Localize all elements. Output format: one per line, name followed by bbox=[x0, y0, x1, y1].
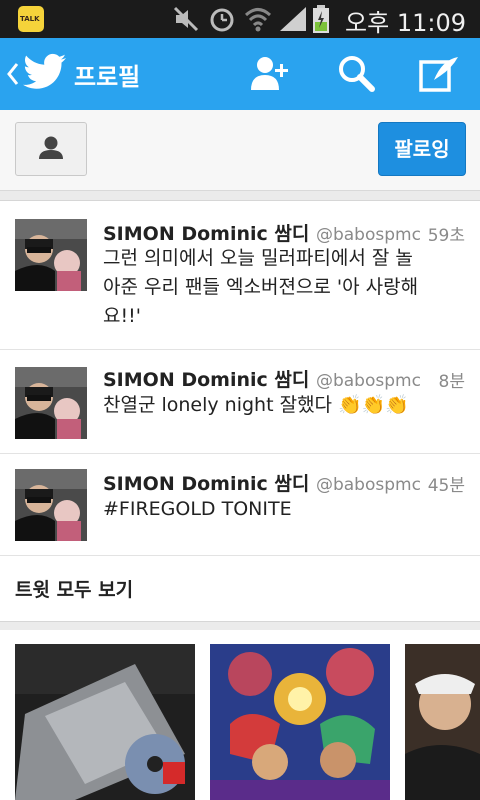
tweet-item[interactable]: SIMON Dominic 쌈디 @babospmc 59초 그런 의미에서 오… bbox=[0, 201, 480, 350]
clock-ampm: 오후 bbox=[345, 9, 390, 37]
author-name: SIMON Dominic 쌈디 bbox=[103, 223, 310, 245]
kakaotalk-icon: TALK bbox=[18, 6, 44, 32]
tweet-item[interactable]: SIMON Dominic 쌈디 @babospmc 8분 찬열군 lonely… bbox=[0, 349, 480, 454]
tweet-text: #FIREGOLD TONITE bbox=[103, 498, 292, 520]
tweet-text: 찬열군 lonely night 잘했다 👏👏👏 bbox=[103, 394, 410, 416]
action-bar: 프로필 bbox=[0, 38, 480, 110]
author-handle: @babospmc bbox=[315, 475, 421, 495]
following-button[interactable]: 팔로잉 bbox=[378, 122, 466, 176]
add-user-icon[interactable] bbox=[248, 54, 290, 94]
page-title: 프로필 bbox=[74, 63, 141, 91]
wifi-icon bbox=[244, 8, 272, 32]
tweet-author: SIMON Dominic 쌈디 @babospmc bbox=[103, 469, 421, 496]
user-icon bbox=[39, 136, 63, 159]
author-handle: @babospmc bbox=[315, 371, 421, 391]
author-handle: @babospmc bbox=[315, 225, 421, 245]
search-icon[interactable] bbox=[336, 54, 378, 94]
tweet-text: 그런 의미에서 오늘 밀러파티에서 잘 놀아준 우리 팬들 엑소버젼으로 '아 … bbox=[103, 247, 419, 327]
photo-strip bbox=[0, 630, 480, 800]
person-photo-icon bbox=[405, 644, 480, 800]
status-bar: TALK 오후 11:09 bbox=[0, 0, 480, 38]
avatar-photo-icon bbox=[15, 219, 87, 291]
chevron-left-icon[interactable] bbox=[6, 60, 20, 88]
author-name: SIMON Dominic 쌈디 bbox=[103, 473, 310, 495]
tweet-author: SIMON Dominic 쌈디 @babospmc bbox=[103, 219, 421, 246]
alarm-icon bbox=[210, 8, 234, 32]
photo-thumbnail[interactable] bbox=[210, 644, 390, 800]
battery-icon bbox=[313, 5, 329, 33]
compose-icon[interactable] bbox=[418, 54, 460, 94]
tweet-time: 45분 bbox=[427, 476, 465, 496]
avatar-photo-icon bbox=[15, 469, 87, 541]
profile-header: 팔로잉 bbox=[0, 110, 480, 191]
album-art-icon bbox=[210, 644, 390, 800]
photo-thumbnail[interactable] bbox=[405, 644, 480, 800]
tweet-item[interactable]: SIMON Dominic 쌈디 @babospmc 45분 #FIREGOLD… bbox=[0, 453, 480, 556]
tweet-time: 8분 bbox=[438, 372, 465, 392]
profile-avatar-button[interactable] bbox=[15, 122, 87, 176]
tweets-card: SIMON Dominic 쌈디 @babospmc 59초 그런 의미에서 오… bbox=[0, 200, 480, 622]
avatar-photo-icon bbox=[15, 367, 87, 439]
tweet-avatar[interactable] bbox=[15, 219, 87, 291]
mute-icon bbox=[173, 6, 199, 32]
tweet-author: SIMON Dominic 쌈디 @babospmc bbox=[103, 365, 421, 392]
twitter-bird-icon[interactable] bbox=[22, 52, 68, 92]
kakaotalk-label: TALK bbox=[20, 15, 40, 23]
tweet-time: 59초 bbox=[427, 226, 465, 246]
see-all-tweets-link[interactable]: 트윗 모두 보기 bbox=[15, 575, 133, 602]
status-icons bbox=[170, 5, 330, 33]
tweet-avatar[interactable] bbox=[15, 469, 87, 541]
clock: 오후 11:09 bbox=[345, 3, 466, 38]
clock-time: 11:09 bbox=[396, 9, 466, 37]
signal-icon bbox=[280, 7, 306, 31]
cd-photo-icon bbox=[15, 644, 195, 800]
author-name: SIMON Dominic 쌈디 bbox=[103, 369, 310, 391]
tweet-avatar[interactable] bbox=[15, 367, 87, 439]
photo-thumbnail[interactable] bbox=[15, 644, 195, 800]
